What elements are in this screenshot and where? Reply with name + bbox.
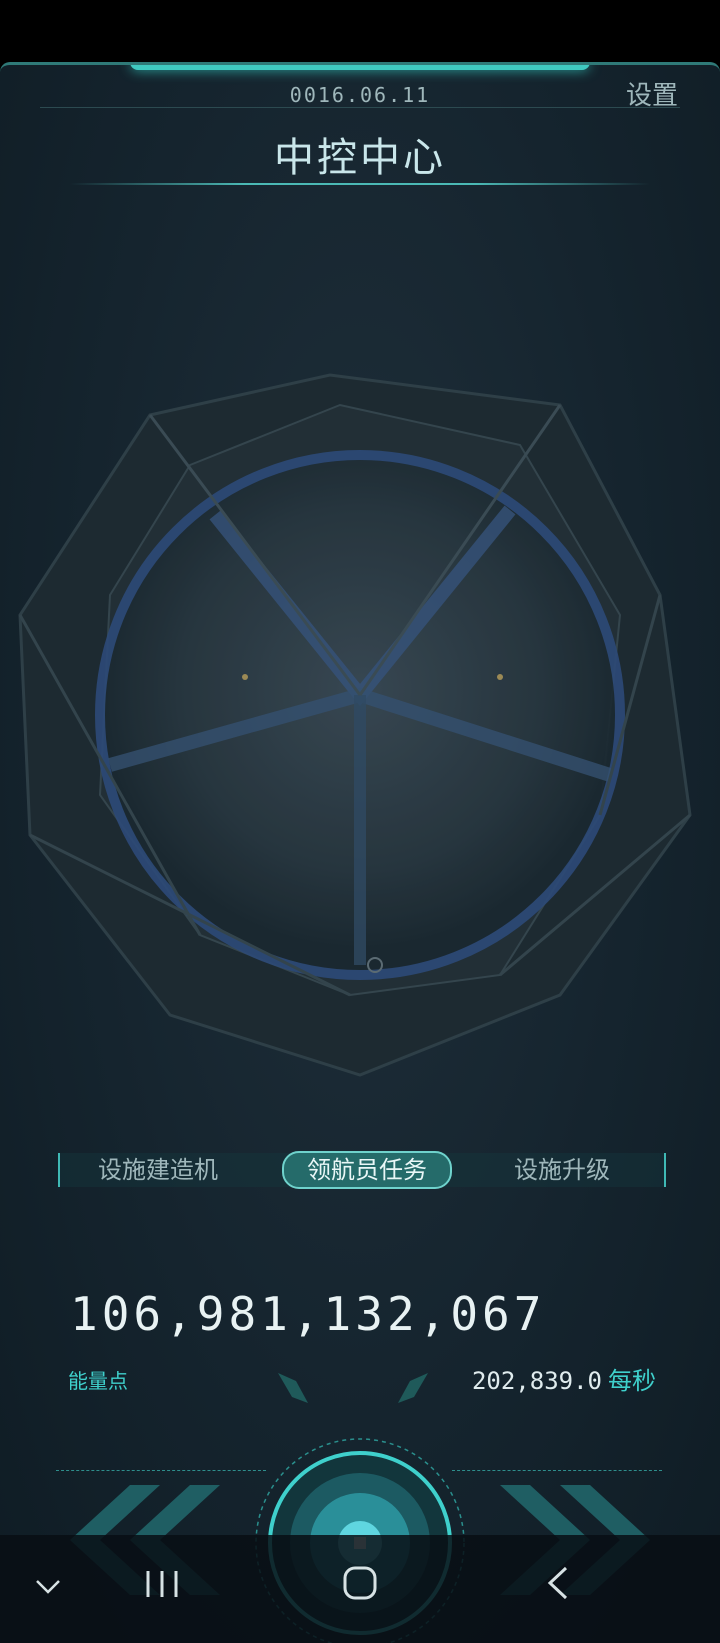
energy-rate: 202,839.0 每秒 bbox=[472, 1361, 656, 1396]
dash-divider-right bbox=[452, 1470, 662, 1471]
top-glow-bar bbox=[130, 65, 590, 70]
chevron-down-icon[interactable] bbox=[34, 1577, 62, 1597]
energy-total: 106,981,132,067 bbox=[70, 1287, 546, 1341]
home-icon[interactable] bbox=[342, 1563, 378, 1603]
tab-facility-builder[interactable]: 设施建造机 bbox=[60, 1153, 256, 1187]
game-screen: 0016.06.11 设置 中控中心 设施建造机 领航员任务 设施升级 106,… bbox=[0, 62, 720, 1643]
recents-icon[interactable] bbox=[144, 1569, 180, 1599]
rate-indicator-decoration bbox=[278, 1373, 428, 1403]
energy-rate-value: 202,839.0 bbox=[471, 1367, 602, 1395]
header-divider bbox=[40, 107, 680, 108]
game-date: 0016.06.11 bbox=[289, 83, 431, 107]
energy-rate-unit: 每秒 bbox=[608, 1367, 656, 1395]
settings-button[interactable]: 设置 bbox=[626, 75, 678, 112]
title-underline bbox=[70, 183, 650, 185]
tab-bar: 设施建造机 领航员任务 设施升级 bbox=[58, 1151, 666, 1189]
sphere-structure-image bbox=[18, 373, 692, 1077]
energy-label: 能量点 bbox=[68, 1369, 128, 1393]
tab-facility-upgrade[interactable]: 设施升级 bbox=[464, 1153, 660, 1187]
page-title: 中控中心 bbox=[274, 135, 446, 181]
tab-navigator-missions[interactable]: 领航员任务 bbox=[282, 1151, 452, 1189]
dash-divider-left bbox=[56, 1470, 266, 1471]
back-icon[interactable] bbox=[546, 1565, 570, 1601]
